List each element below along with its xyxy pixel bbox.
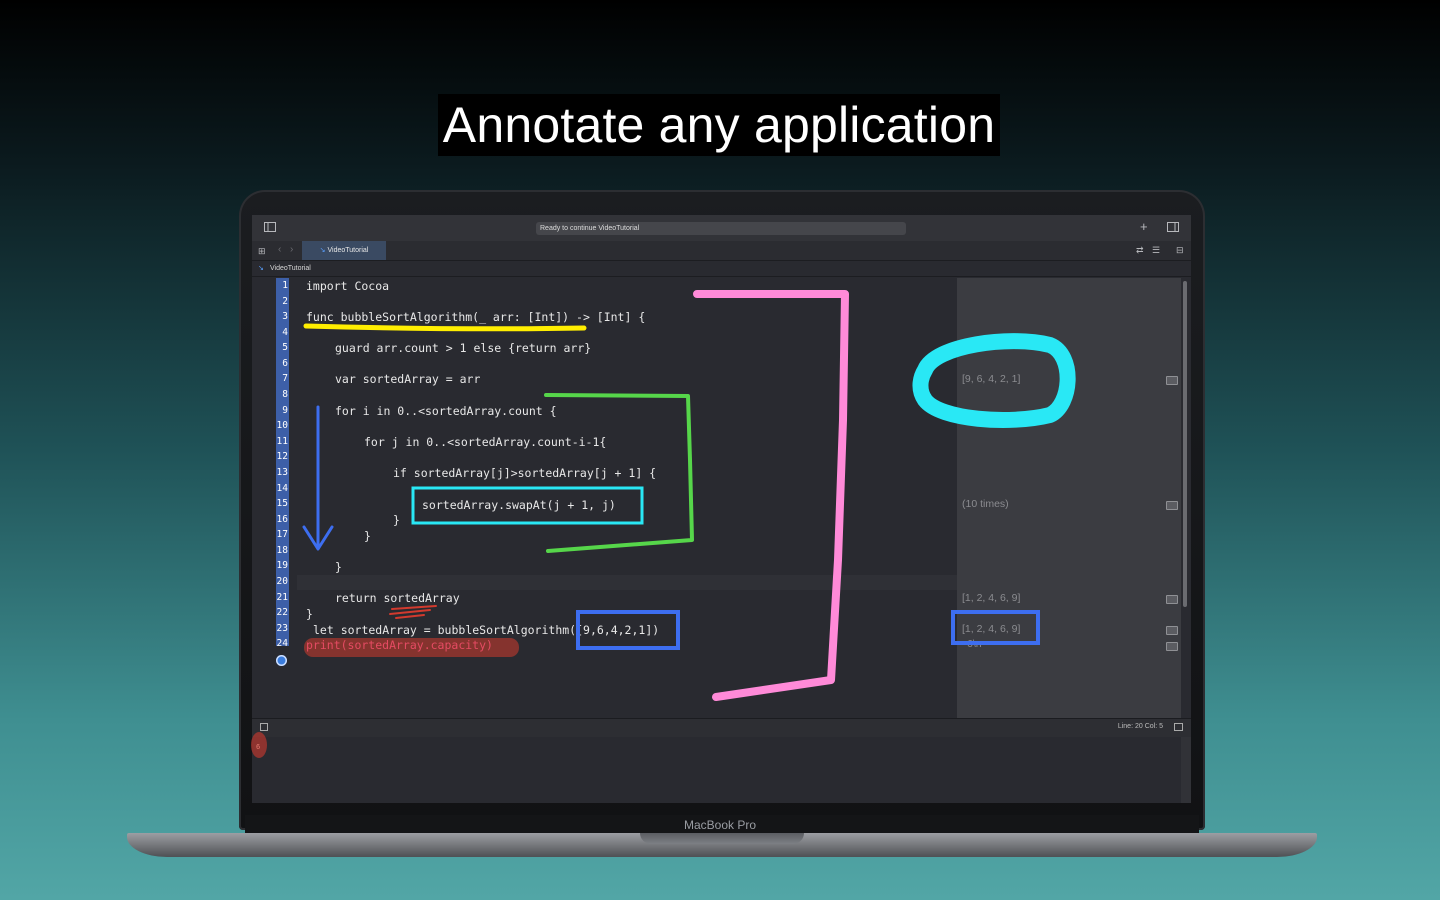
line-number: 18 — [276, 545, 288, 556]
tab-bar: ⊞ ‹ › ↘ VideoTutorial ⇄ ☰ ⊟ — [252, 241, 1191, 261]
tab-videotutorial[interactable]: ↘ VideoTutorial — [302, 241, 386, 260]
inspector-toggle-icon[interactable] — [1167, 222, 1179, 236]
title-bar: Ready to continue VideoTutorial + — [252, 215, 1191, 242]
result-value: (10 times) — [962, 498, 1009, 510]
laptop-notch — [640, 833, 804, 844]
related-items-icon[interactable]: ⇄ — [1136, 244, 1144, 256]
breadcrumb[interactable]: ↘ VideoTutorial — [252, 261, 1191, 277]
code-line[interactable]: print(sortedArray.capacity) — [306, 638, 493, 652]
code-line[interactable]: func bubbleSortAlgorithm(_ arr: [Int]) -… — [306, 310, 645, 324]
line-number: 12 — [276, 451, 288, 462]
xcode-window: Ready to continue VideoTutorial + ⊞ ‹ › … — [252, 215, 1191, 803]
forward-icon[interactable]: › — [290, 244, 293, 256]
code-line[interactable]: for i in 0..<sortedArray.count { — [335, 404, 557, 418]
line-number: 23 — [276, 623, 288, 634]
split-editor-icon[interactable]: ⊟ — [1176, 244, 1184, 256]
console-scroll-track — [1181, 737, 1191, 803]
quick-look-button[interactable] — [1166, 642, 1178, 651]
line-number: 19 — [276, 560, 288, 571]
line-number: 4 — [282, 327, 288, 338]
code-line[interactable]: sortedArray.swapAt(j + 1, j) — [422, 498, 616, 512]
sidebar-toggle-icon[interactable] — [264, 222, 276, 236]
code-line[interactable]: } — [306, 607, 313, 621]
device-label: MacBook Pro — [683, 818, 757, 832]
quick-look-button[interactable] — [1166, 626, 1178, 635]
line-number: 2 — [282, 296, 288, 307]
tab-label: VideoTutorial — [327, 247, 369, 254]
result-value: [1, 2, 4, 6, 9] — [962, 623, 1021, 635]
quick-look-button[interactable] — [1166, 501, 1178, 510]
scrollbar[interactable] — [1183, 281, 1187, 607]
back-icon[interactable]: ‹ — [278, 244, 281, 256]
line-number: 21 — [276, 592, 288, 603]
quick-look-button[interactable] — [1166, 595, 1178, 604]
current-line-highlight — [297, 575, 957, 590]
results-sidebar: [9, 6, 4, 2, 1] (10 times) [1, 2, 4, 6, … — [957, 278, 1181, 718]
result-value: [1, 2, 4, 6, 9] — [962, 592, 1021, 604]
result-value: [9, 6, 4, 2, 1] — [962, 373, 1021, 385]
editor-options-icon[interactable]: ☰ — [1152, 244, 1160, 256]
line-number: 11 — [276, 436, 288, 447]
line-number: 7 — [282, 373, 288, 384]
activity-status: Ready to continue VideoTutorial — [536, 222, 906, 235]
grid-icon[interactable]: ⊞ — [258, 245, 266, 257]
swift-file-icon: ↘ — [258, 265, 264, 272]
line-number: 15 — [276, 498, 288, 509]
console-toggle-icon[interactable] — [1174, 723, 1183, 731]
code-line[interactable]: return sortedArray — [335, 591, 460, 605]
headline: Annotate any application — [438, 94, 1000, 156]
code-line[interactable]: if sortedArray[j]>sortedArray[j + 1] { — [393, 466, 656, 480]
line-number: 14 — [276, 483, 288, 494]
line-number: 16 — [276, 514, 288, 525]
line-number: 10 — [276, 420, 288, 431]
line-number: 3 — [282, 311, 288, 322]
code-line[interactable]: import Cocoa — [306, 279, 389, 293]
code-line[interactable]: } — [364, 529, 371, 543]
run-button[interactable] — [276, 655, 287, 666]
debug-area-toggle-icon[interactable] — [260, 723, 268, 731]
result-value: 6\n — [967, 638, 982, 650]
code-line[interactable]: for j in 0..<sortedArray.count-i-1{ — [364, 435, 606, 449]
line-number: 13 — [276, 467, 288, 478]
console-area[interactable]: 6 — [252, 737, 1181, 803]
cursor-position: Line: 20 Col: 5 — [1117, 723, 1163, 730]
add-icon[interactable]: + — [1140, 220, 1148, 233]
code-line[interactable]: let sortedArray = bubbleSortAlgorithm([9… — [313, 623, 659, 637]
code-line[interactable]: var sortedArray = arr — [335, 372, 480, 386]
breadcrumb-item[interactable]: VideoTutorial — [270, 265, 311, 272]
code-line[interactable]: } — [393, 513, 400, 527]
line-number: 17 — [276, 529, 288, 540]
line-number: 6 — [282, 358, 288, 369]
line-number: 1 — [282, 280, 288, 291]
line-number: 9 — [282, 405, 288, 416]
console-output: 6 — [256, 743, 261, 751]
debug-bar: Line: 20 Col: 5 — [252, 718, 1191, 738]
code-editor[interactable]: 1 2 3 4 5 6 7 8 9 10 11 12 13 14 15 16 1… — [252, 278, 957, 718]
code-line[interactable]: } — [335, 560, 342, 574]
line-number: 8 — [282, 389, 288, 400]
line-number: 5 — [282, 342, 288, 353]
quick-look-button[interactable] — [1166, 376, 1178, 385]
code-line[interactable]: guard arr.count > 1 else {return arr} — [335, 341, 591, 355]
line-number: 20 — [276, 576, 288, 587]
line-number: 22 — [276, 607, 288, 618]
line-number: 24 — [276, 638, 288, 649]
